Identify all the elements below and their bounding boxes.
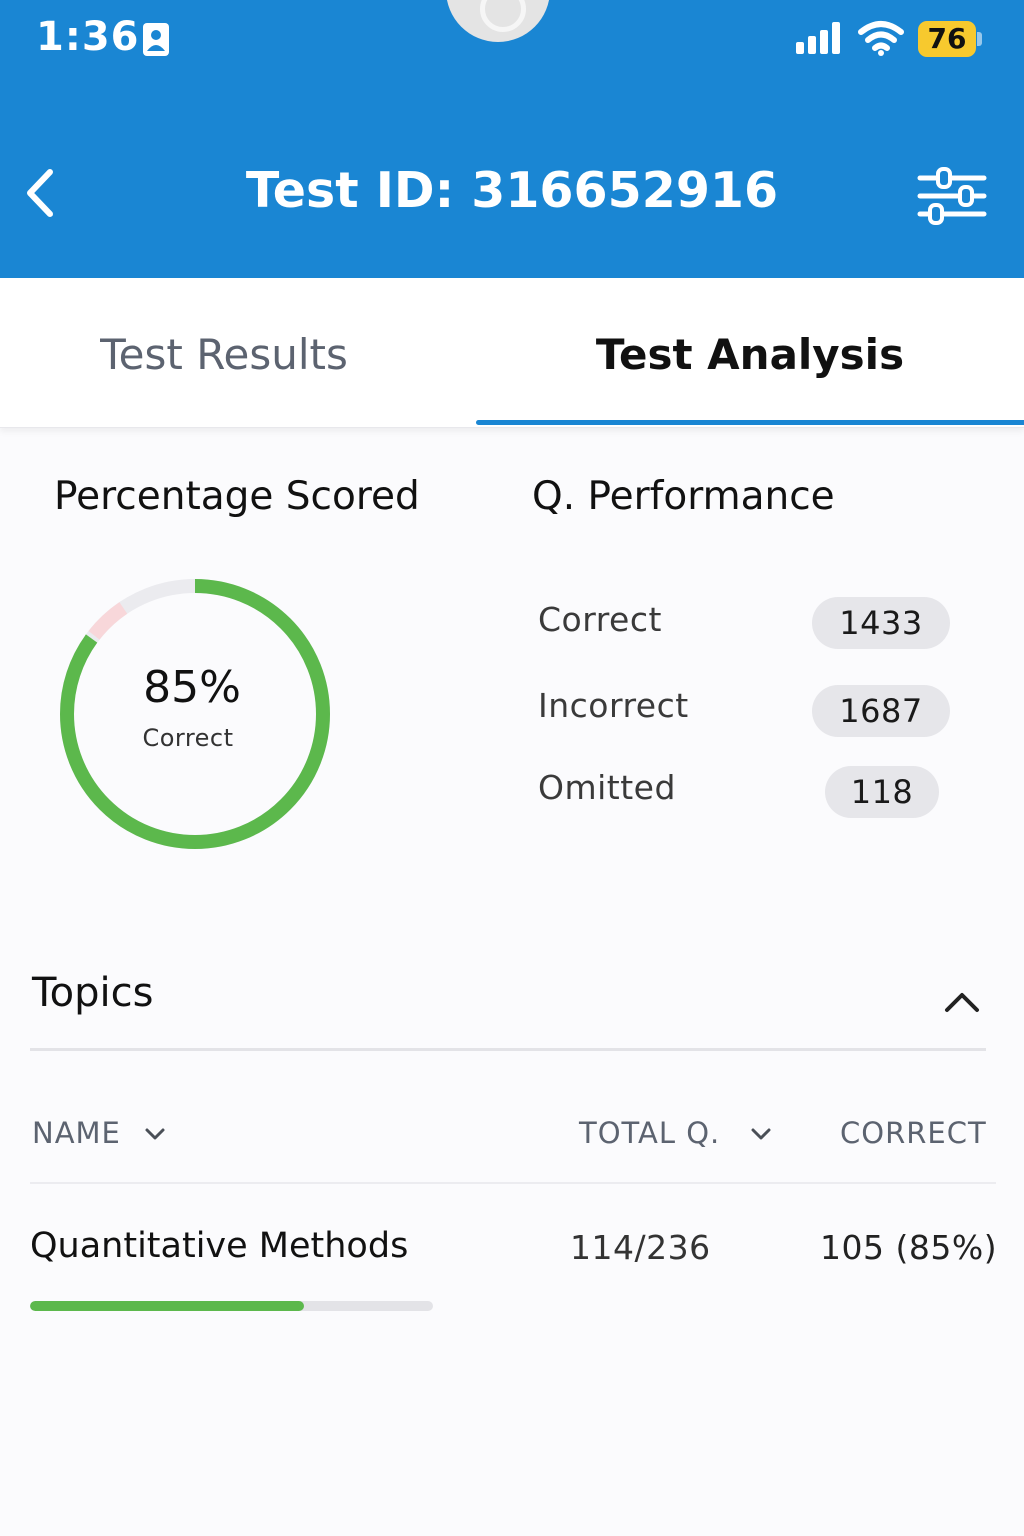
column-header-total[interactable]: TOTAL Q. <box>579 1116 720 1150</box>
perf-label-omitted: Omitted <box>538 768 676 807</box>
perf-label-correct: Correct <box>538 600 662 639</box>
perf-count-incorrect: 1687 <box>812 685 950 737</box>
page-title: Test ID: 316652916 <box>245 162 779 219</box>
column-header-correct: CORRECT <box>840 1116 987 1150</box>
active-tab-indicator <box>476 420 1024 425</box>
q-performance-title: Q. Performance <box>532 474 835 519</box>
battery-tip <box>977 32 982 46</box>
percentage-value: 85% <box>143 662 241 713</box>
columns-divider <box>30 1182 996 1184</box>
tab-test-results[interactable]: Test Results <box>0 330 448 379</box>
topic-progress-bar <box>30 1301 433 1311</box>
app-header: 1:36 76 Test ID: 316652916 <box>0 0 1024 278</box>
battery-icon: 76 <box>918 21 976 57</box>
back-arrow-icon[interactable] <box>20 166 60 220</box>
camera-indicator <box>446 0 550 42</box>
perf-count-omitted: 118 <box>825 766 939 818</box>
topic-row-total: 114/236 <box>570 1228 711 1267</box>
column-header-name[interactable]: NAME <box>32 1116 121 1150</box>
perf-label-incorrect: Incorrect <box>538 686 689 725</box>
chevron-up-icon[interactable] <box>942 986 982 1016</box>
chevron-down-icon[interactable] <box>144 1126 166 1142</box>
tab-bar: Test Results Test Analysis <box>0 278 1024 428</box>
signal-icon <box>796 22 840 54</box>
wifi-icon <box>858 21 904 56</box>
person-badge-icon <box>143 23 169 56</box>
chevron-down-icon[interactable] <box>750 1126 772 1142</box>
battery-level: 76 <box>927 22 967 55</box>
percentage-scored-title: Percentage Scored <box>54 474 420 519</box>
topics-divider <box>30 1048 986 1051</box>
percentage-label: Correct <box>142 724 234 752</box>
topic-progress-fill <box>30 1301 305 1311</box>
tab-test-analysis[interactable]: Test Analysis <box>476 330 1024 379</box>
filter-sliders-icon[interactable] <box>916 166 988 226</box>
topic-row-name[interactable]: Quantitative Methods <box>30 1226 408 1266</box>
perf-count-correct: 1433 <box>812 597 950 649</box>
topic-row-correct: 105 (85%) <box>820 1228 998 1267</box>
percentage-donut <box>60 579 330 849</box>
status-time: 1:36 <box>36 14 140 60</box>
topics-title: Topics <box>32 970 154 1016</box>
